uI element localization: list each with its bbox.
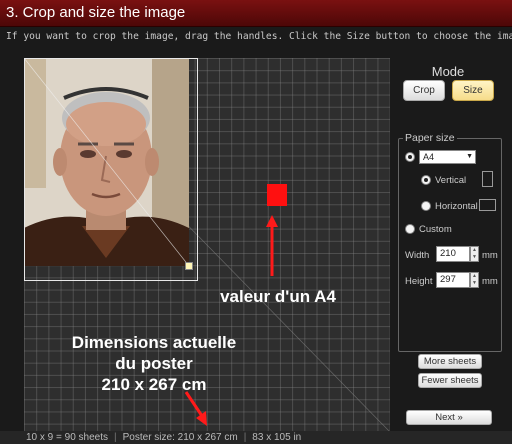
portrait-orientation-icon xyxy=(482,171,493,187)
size-mode-button[interactable]: Size xyxy=(452,80,494,101)
custom-label: Custom xyxy=(419,224,452,235)
sheet-count: 10 x 9 = 90 sheets xyxy=(26,432,109,443)
settings-panel: Mode Crop Size Paper size A4 ▼ Vertical … xyxy=(398,58,502,432)
landscape-orientation-icon xyxy=(479,199,496,211)
radio-custom[interactable] xyxy=(405,224,415,234)
radio-vertical[interactable] xyxy=(421,175,431,185)
paper-format-select[interactable]: A4 ▼ xyxy=(419,150,476,164)
poster-size-inches: 83 x 105 in xyxy=(252,432,302,443)
chevron-down-icon: ▼ xyxy=(466,153,473,160)
arrow-head-a4 xyxy=(266,215,278,227)
vertical-label: Vertical xyxy=(435,175,467,186)
next-button[interactable]: Next » xyxy=(406,410,492,425)
annotation-a4-value: valeur d'un A4 xyxy=(220,287,336,306)
crop-mode-button[interactable]: Crop xyxy=(403,80,445,101)
annotation-dimensions-line3: 210 x 267 cm xyxy=(101,375,207,394)
poster-size: Poster size: 210 x 267 cm xyxy=(122,432,238,443)
radio-horizontal[interactable] xyxy=(421,201,431,211)
width-spinner[interactable]: ▲ ▼ xyxy=(470,246,479,262)
status-bar: 10 x 9 = 90 sheets | Poster size: 210 x 26… xyxy=(0,431,512,444)
paper-size-group: Paper size A4 ▼ Vertical Horizontal Cust… xyxy=(398,132,502,352)
arrow-to-status xyxy=(184,391,204,417)
paper-size-legend: Paper size xyxy=(403,132,457,144)
height-label: Height xyxy=(405,276,433,287)
width-unit: mm xyxy=(482,250,498,261)
width-input[interactable]: 210 xyxy=(436,246,470,262)
height-spinner[interactable]: ▲ ▼ xyxy=(470,272,479,288)
paper-format-value: A4 xyxy=(423,152,435,162)
more-sheets-button[interactable]: More sheets xyxy=(418,354,482,369)
height-input[interactable]: 297 xyxy=(436,272,470,288)
horizontal-label: Horizontal xyxy=(435,201,478,212)
annotation-dimensions-line2: du poster xyxy=(115,354,193,373)
width-label: Width xyxy=(405,250,430,261)
annotation-dimensions-line1: Dimensions actuelle xyxy=(71,333,237,352)
radio-standard-format[interactable] xyxy=(405,152,415,162)
height-unit: mm xyxy=(482,276,498,287)
fewer-sheets-button[interactable]: Fewer sheets xyxy=(418,373,482,388)
mode-label: Mode xyxy=(431,64,465,79)
